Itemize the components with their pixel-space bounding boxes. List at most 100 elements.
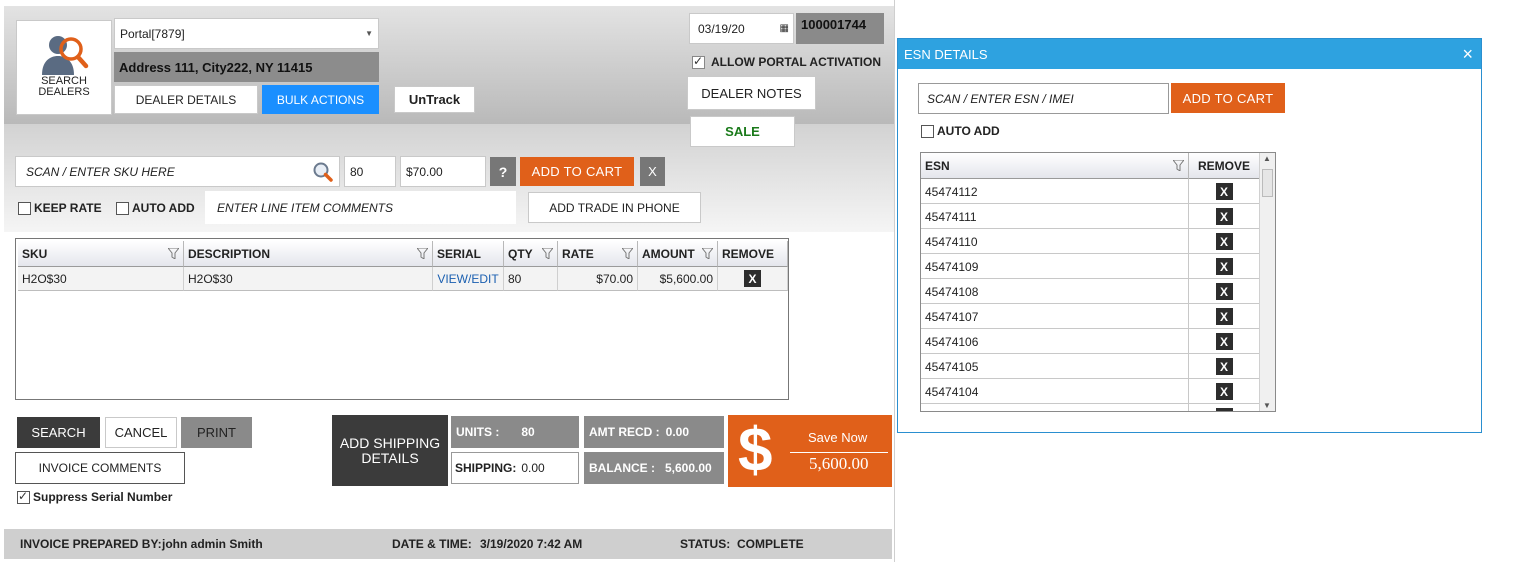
column-header-remove[interactable]: REMOVE xyxy=(718,241,788,267)
esn-input[interactable]: SCAN / ENTER ESN / IMEI xyxy=(918,83,1169,114)
filter-icon[interactable] xyxy=(168,248,179,259)
esn-remove-cell: X xyxy=(1189,179,1259,204)
search-dealers-button[interactable]: SEARCH DEALERS xyxy=(16,20,112,115)
esn-value: 45474104 xyxy=(921,379,1189,404)
keep-rate-option[interactable]: KEEP RATE xyxy=(18,200,102,216)
filter-icon[interactable] xyxy=(702,248,713,259)
table-row-rate: $70.00 xyxy=(558,267,638,291)
keep-rate-checkbox[interactable] xyxy=(18,201,31,215)
esn-remove-cell: X xyxy=(1189,354,1259,379)
column-header-esn-remove[interactable]: REMOVE xyxy=(1189,153,1259,179)
filter-icon[interactable] xyxy=(622,248,633,259)
portal-select[interactable]: Portal[7879] ▼ xyxy=(114,18,379,49)
column-header-esn-label: ESN xyxy=(925,159,950,173)
allow-portal-activation[interactable]: ALLOW PORTAL ACTIVATION xyxy=(692,54,881,70)
remove-esn-button[interactable]: X xyxy=(1215,383,1233,400)
remove-esn-button[interactable]: X xyxy=(1215,183,1233,200)
column-header-rate[interactable]: RATE xyxy=(558,241,638,267)
auto-add-option[interactable]: AUTO ADD xyxy=(116,200,195,216)
esn-remove-cell: X xyxy=(1189,254,1259,279)
calendar-icon[interactable]: ▦ xyxy=(780,23,789,34)
esn-value: 45474106 xyxy=(921,329,1189,354)
cancel-button[interactable]: CANCEL xyxy=(105,417,177,448)
save-now-button[interactable]: $ Save Now 5,600.00 xyxy=(728,415,892,487)
invoice-comments-button[interactable]: INVOICE COMMENTS xyxy=(15,452,185,484)
auto-add-label: AUTO ADD xyxy=(132,201,195,215)
balance-label: BALANCE : xyxy=(589,461,655,475)
keep-rate-label: KEEP RATE xyxy=(34,201,102,215)
remove-esn-button[interactable]: X xyxy=(1215,408,1233,411)
table-row-serial-link[interactable]: VIEW/EDIT xyxy=(433,267,504,291)
column-header-amount[interactable]: AMOUNT xyxy=(638,241,718,267)
table-row-qty: 80 xyxy=(504,267,558,291)
esn-value: 45474108 xyxy=(921,279,1189,304)
line-item-comments-input[interactable]: ENTER LINE ITEM COMMENTS xyxy=(205,191,516,224)
filter-icon[interactable] xyxy=(417,248,428,259)
remove-esn-button[interactable]: X xyxy=(1215,283,1233,300)
filter-icon[interactable] xyxy=(1173,160,1184,171)
esn-dialog-titlebar[interactable]: ESN DETAILS × xyxy=(898,39,1481,69)
remove-row-button[interactable]: X xyxy=(744,270,761,287)
tab-dealer-details[interactable]: DEALER DETAILS xyxy=(114,85,258,114)
esn-value: 45474111 xyxy=(921,204,1189,229)
add-to-cart-button[interactable]: ADD TO CART xyxy=(520,157,634,186)
suppress-serial-checkbox[interactable] xyxy=(17,489,30,504)
allow-portal-activation-checkbox[interactable] xyxy=(692,54,705,69)
esn-details-dialog: ESN DETAILS × SCAN / ENTER ESN / IMEI AD… xyxy=(897,38,1482,433)
esn-add-to-cart-button[interactable]: ADD TO CART xyxy=(1171,83,1285,113)
dealer-notes-button[interactable]: DEALER NOTES xyxy=(687,76,816,110)
column-header-sku[interactable]: SKU xyxy=(18,241,184,267)
rate-field[interactable]: $70.00 xyxy=(400,156,486,187)
remove-esn-button[interactable]: X xyxy=(1215,208,1233,225)
portal-select-value: Portal[7879] xyxy=(120,26,185,41)
esn-remove-cell: X xyxy=(1189,279,1259,304)
remove-esn-button[interactable]: X xyxy=(1215,233,1233,250)
scroll-up-icon[interactable]: ▲ xyxy=(1263,154,1271,163)
remove-esn-button[interactable]: X xyxy=(1215,308,1233,325)
shipping-summary: SHIPPING: 0.00 xyxy=(451,452,579,484)
remove-esn-button[interactable]: X xyxy=(1215,258,1233,275)
clear-entry-button[interactable]: X xyxy=(640,157,665,186)
untrack-button[interactable]: UnTrack xyxy=(394,86,475,113)
esn-auto-add-option[interactable]: AUTO ADD xyxy=(921,123,1000,139)
help-button[interactable]: ? xyxy=(490,157,516,186)
column-header-description[interactable]: DESCRIPTION xyxy=(184,241,433,267)
esn-value: 45474107 xyxy=(921,304,1189,329)
esn-row: 45474105 X xyxy=(921,354,1259,379)
line-items-grid: SKU DESCRIPTION SERIAL QTY RATE AMOUNT R… xyxy=(15,238,789,400)
tab-bulk-actions[interactable]: BULK ACTIONS xyxy=(262,85,379,114)
quantity-field[interactable]: 80 xyxy=(344,156,396,187)
remove-esn-button[interactable]: X xyxy=(1215,333,1233,350)
add-shipping-details-button[interactable]: ADD SHIPPING DETAILS xyxy=(332,415,448,486)
search-button[interactable]: SEARCH xyxy=(17,417,100,448)
esn-value: 45474112 xyxy=(921,179,1189,204)
add-trade-in-phone-button[interactable]: ADD TRADE IN PHONE xyxy=(528,192,701,223)
sku-input[interactable]: SCAN / ENTER SKU HERE xyxy=(15,156,340,187)
column-header-serial[interactable]: SERIAL xyxy=(433,241,504,267)
scroll-thumb[interactable] xyxy=(1262,169,1273,197)
sale-badge: SALE xyxy=(690,116,795,147)
balance-value: 5,600.00 xyxy=(665,461,712,475)
column-header-qty[interactable]: QTY xyxy=(504,241,558,267)
esn-scrollbar[interactable]: ▲ ▼ xyxy=(1259,153,1275,411)
search-user-icon xyxy=(42,36,89,75)
save-now-label: Save Now xyxy=(808,430,868,445)
column-header-esn[interactable]: ESN xyxy=(921,153,1189,179)
datetime-label: DATE & TIME: xyxy=(392,537,472,551)
filter-icon[interactable] xyxy=(542,248,553,259)
auto-add-checkbox[interactable] xyxy=(116,201,129,215)
esn-auto-add-label: AUTO ADD xyxy=(937,124,1000,138)
table-row-remove: X xyxy=(718,267,788,291)
invoice-date-field[interactable]: 03/19/20 ▦ xyxy=(689,13,794,44)
search-icon[interactable] xyxy=(312,161,334,183)
allow-portal-activation-label: ALLOW PORTAL ACTIVATION xyxy=(711,55,881,69)
esn-dialog-title: ESN DETAILS xyxy=(904,46,988,62)
esn-value xyxy=(921,404,1189,411)
scroll-down-icon[interactable]: ▼ xyxy=(1263,401,1271,410)
esn-auto-add-checkbox[interactable] xyxy=(921,124,934,138)
sku-input-placeholder: SCAN / ENTER SKU HERE xyxy=(26,164,175,179)
print-button[interactable]: PRINT xyxy=(181,417,252,448)
remove-esn-button[interactable]: X xyxy=(1215,358,1233,375)
suppress-serial-option[interactable]: Suppress Serial Number xyxy=(17,489,172,505)
close-icon[interactable]: × xyxy=(1462,44,1473,65)
